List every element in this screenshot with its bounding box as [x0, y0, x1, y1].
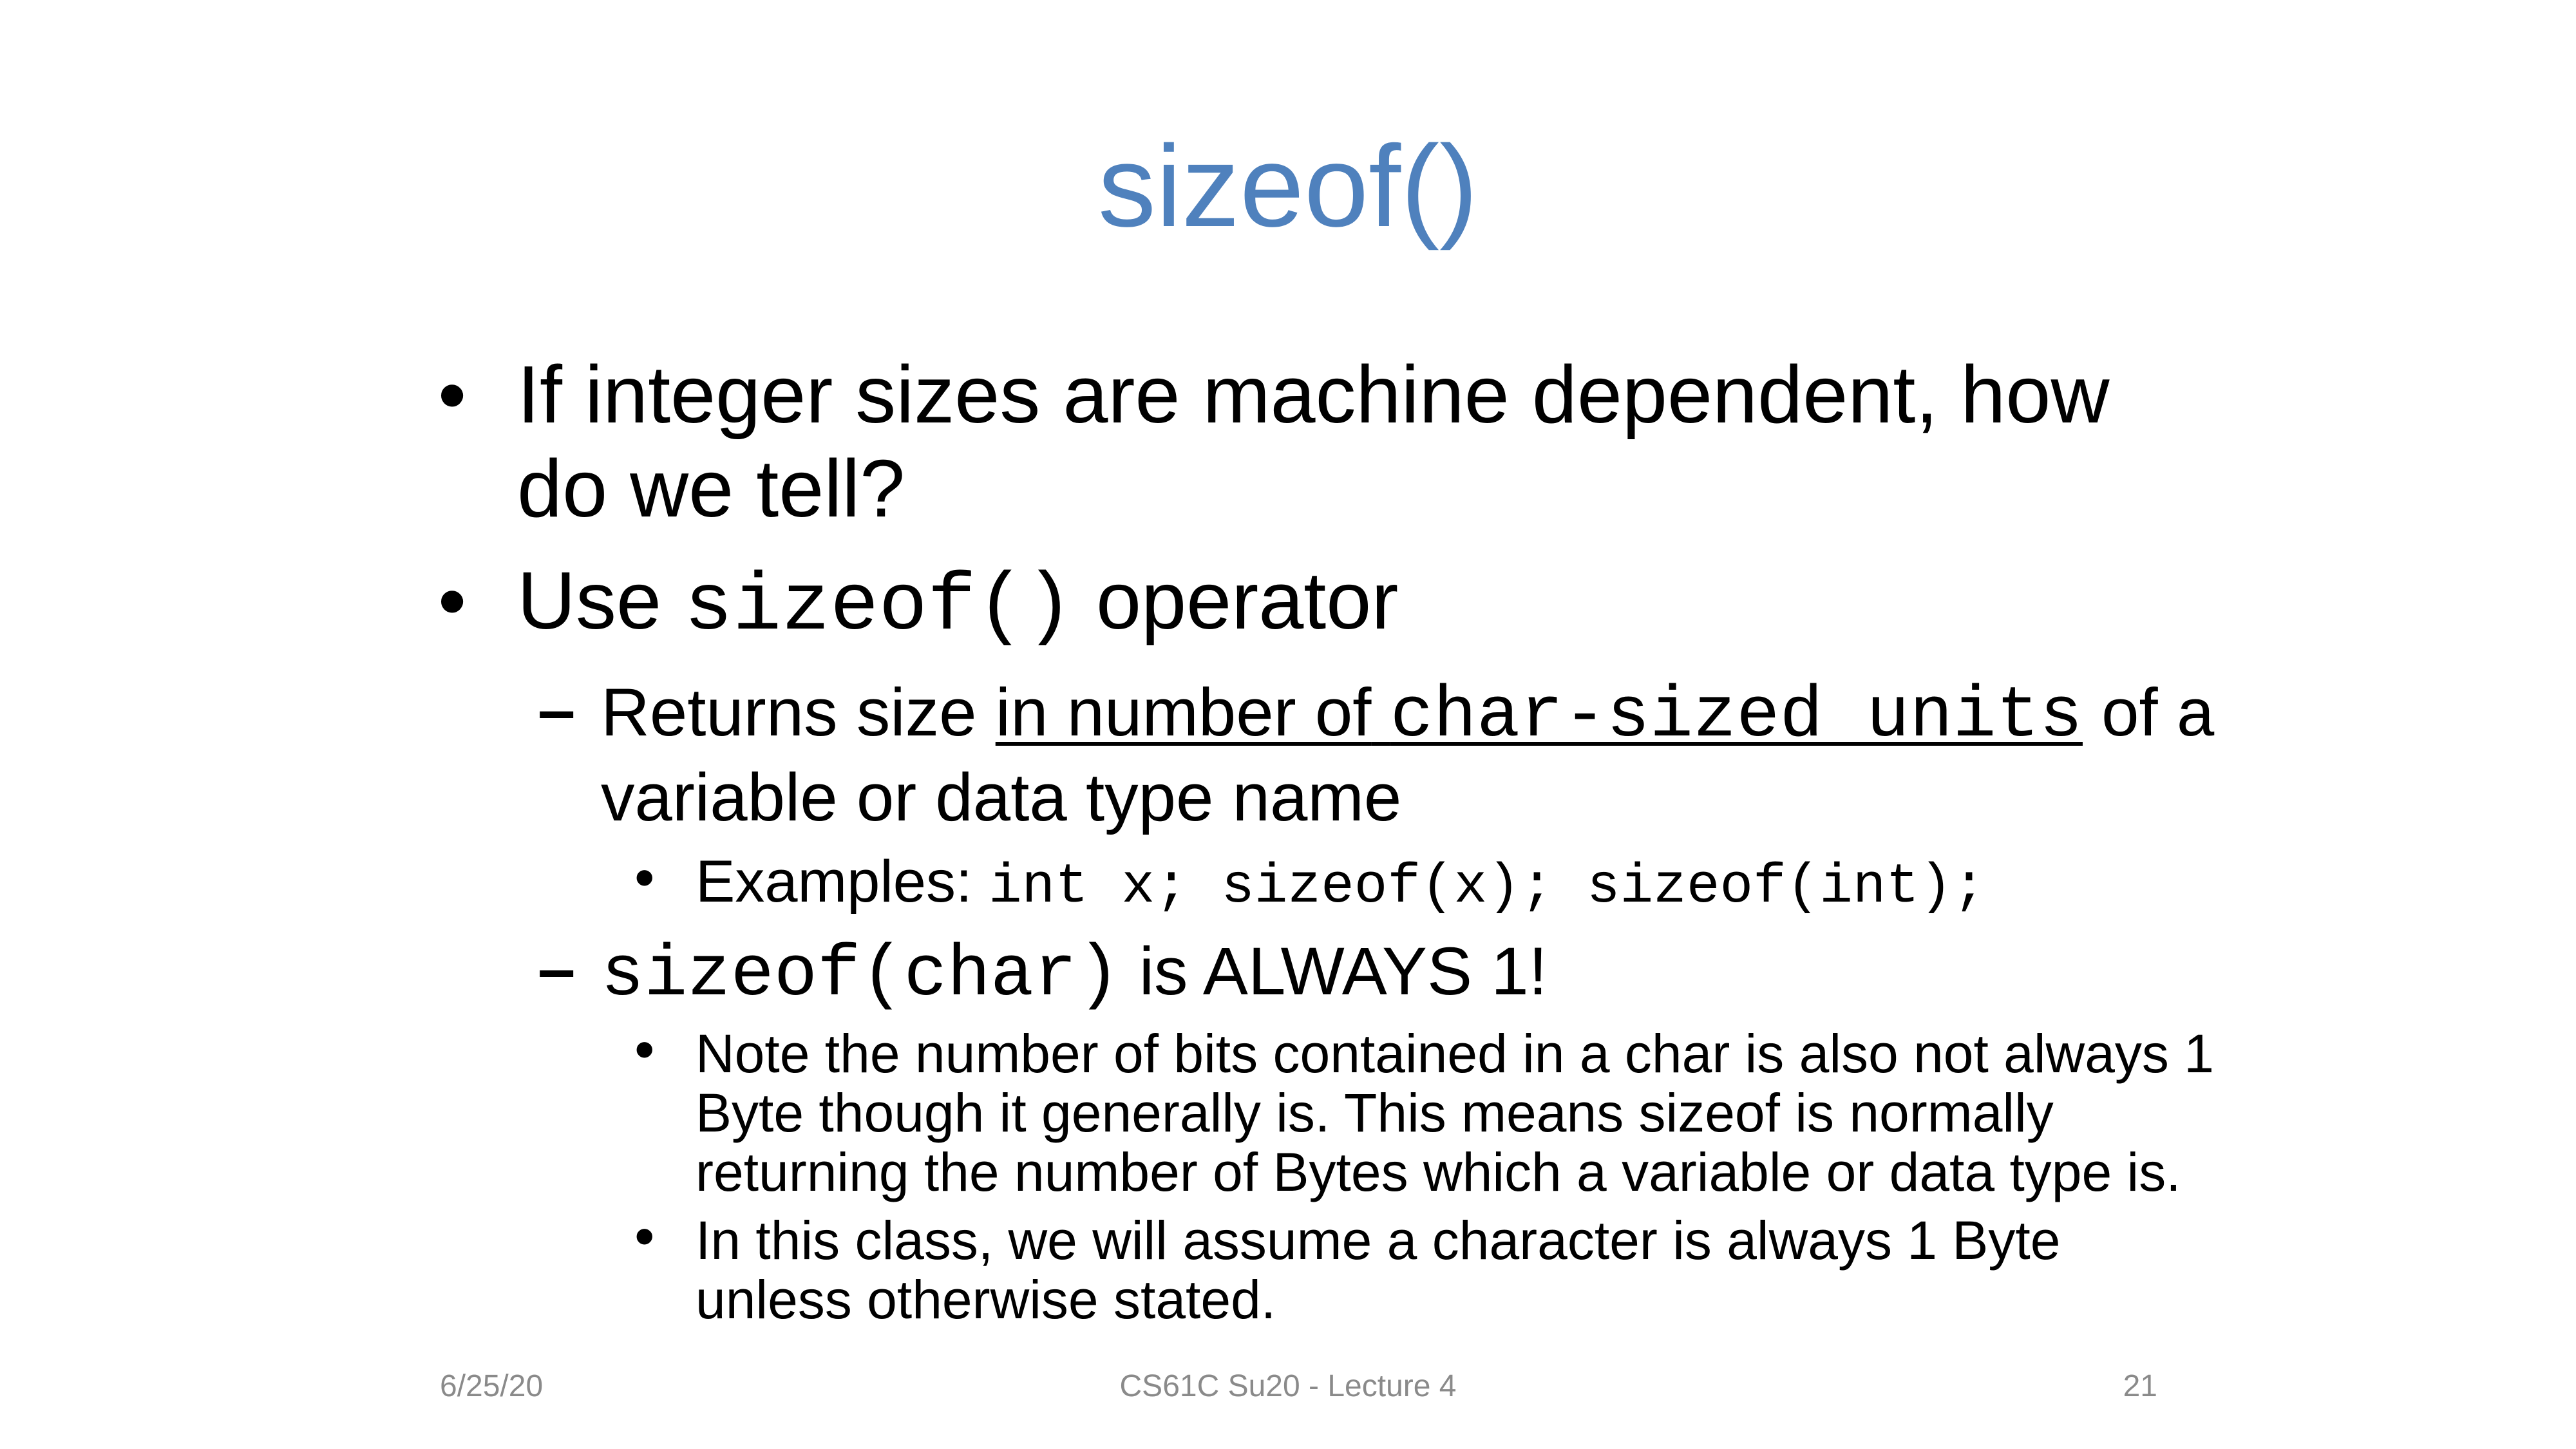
bullet-icon: • [634, 846, 655, 910]
bullet-icon: • [634, 1018, 655, 1082]
bullet-text: operator [1096, 555, 1399, 646]
sub-bullet-text: Returns size [601, 675, 977, 750]
code-snippet: char-sized units [1390, 676, 2083, 757]
slide: sizeof() • If integer sizes are machine … [0, 0, 2576, 1449]
underlined-text: in number of [995, 675, 1372, 750]
note-text: In this class, we will assume a characte… [696, 1210, 2061, 1330]
bullet-text: If integer sizes are machine dependent, … [517, 349, 2110, 534]
sub-bullet-text: is ALWAYS 1! [1139, 934, 1548, 1009]
sub-sub-bullet-item: • In this class, we will assume a charac… [438, 1207, 2215, 1330]
bullet-item: • If integer sizes are machine dependent… [438, 348, 2215, 536]
note-text: Note the number of bits contained in a c… [696, 1023, 2214, 1202]
dash-icon: – [538, 672, 576, 748]
bullet-icon: • [438, 349, 467, 440]
slide-title: sizeof() [1097, 122, 1479, 251]
code-snippet: sizeof(char) [601, 934, 1121, 1016]
slide-content: • If integer sizes are machine dependent… [438, 348, 2215, 1338]
bullet-item: • Use sizeof() operator [438, 554, 2215, 654]
code-snippet: int x; sizeof(x); sizeof(int); [989, 855, 1986, 918]
bullet-text: Use [517, 555, 662, 646]
dash-icon: – [538, 931, 576, 1007]
sub-bullet-item: – Returns size in number of char-sized u… [438, 672, 2215, 838]
footer-page-number: 21 [2123, 1369, 2157, 1403]
bullet-icon: • [438, 555, 467, 646]
sub-sub-bullet-item: • Examples: int x; sizeof(x); sizeof(int… [438, 846, 2215, 922]
sub-sub-bullet-item: • Note the number of bits contained in a… [438, 1020, 2215, 1202]
footer-course: CS61C Su20 - Lecture 4 [1119, 1369, 1457, 1403]
code-snippet: sizeof() [684, 561, 1074, 653]
examples-label: Examples: [696, 849, 972, 914]
underlined-phrase: in number of char-sized units [995, 675, 2083, 757]
bullet-icon: • [634, 1204, 655, 1269]
sub-bullet-item: – sizeof(char) is ALWAYS 1! [438, 931, 2215, 1016]
